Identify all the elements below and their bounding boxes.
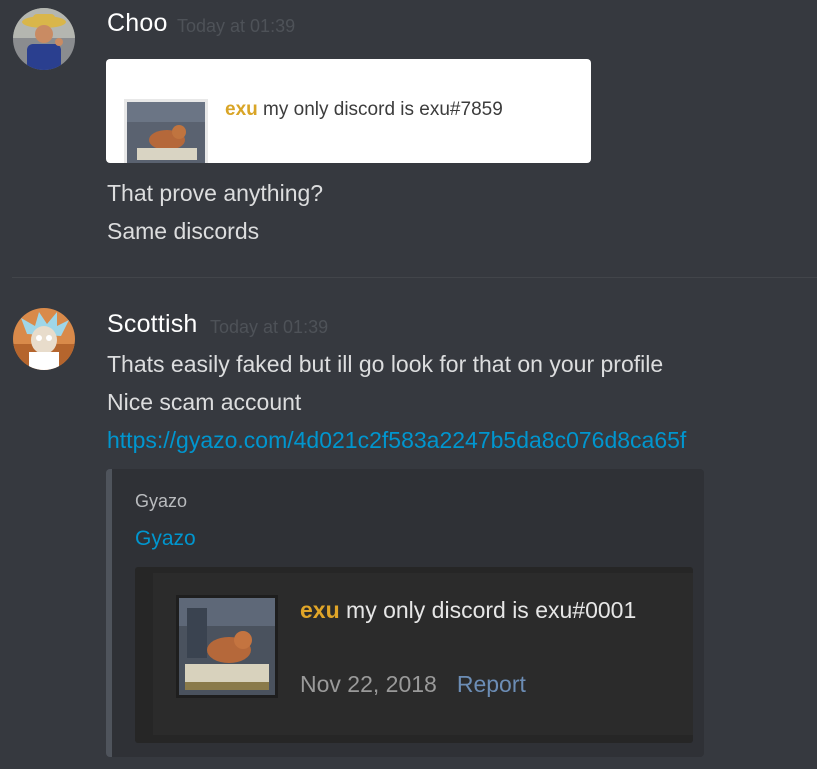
username[interactable]: Choo xyxy=(107,9,168,38)
embed-image-thumbnail xyxy=(176,595,278,698)
avatar[interactable] xyxy=(13,308,75,370)
embed-title[interactable]: Gyazo xyxy=(135,527,196,551)
embed-image-text: exu my only discord is exu#0001 xyxy=(300,597,636,624)
message-divider xyxy=(12,277,817,278)
embed-image-meta: Nov 22, 2018 Report xyxy=(300,671,526,698)
attachment-message: my only discord is exu#7859 xyxy=(257,99,503,120)
embed-image[interactable]: exu my only discord is exu#0001 Nov 22, … xyxy=(135,567,693,743)
embed-image-message: my only discord is exu#0001 xyxy=(339,597,637,623)
message-line: That prove anything? xyxy=(107,180,324,206)
avatar[interactable] xyxy=(13,8,75,70)
embed-image-date: Nov 22, 2018 xyxy=(300,671,437,697)
message-line: Same discords xyxy=(107,218,260,244)
username[interactable]: Scottish xyxy=(107,310,198,339)
embed-provider[interactable]: Gyazo xyxy=(135,491,187,512)
attachment-text: exu my only discord is exu#7859 xyxy=(225,99,503,121)
image-attachment[interactable]: exu my only discord is exu#7859 xyxy=(106,59,591,163)
link-embed: Gyazo Gyazo exu my only discord is exu#0… xyxy=(106,469,704,757)
embed-image-username: exu xyxy=(300,597,340,623)
message-link[interactable]: https://gyazo.com/4d021c2f583a2247b5da8c… xyxy=(107,427,686,454)
message-line: Thats easily faked but ill go look for t… xyxy=(107,351,664,377)
timestamp: Today at 01:39 xyxy=(210,317,329,337)
embed-image-content: exu my only discord is exu#0001 Nov 22, … xyxy=(153,573,693,735)
embed-image-report: Report xyxy=(456,671,526,697)
timestamp: Today at 01:39 xyxy=(177,16,296,36)
message-line: Nice scam account xyxy=(107,389,302,415)
attachment-thumbnail xyxy=(124,99,208,163)
attachment-username: exu xyxy=(225,99,258,120)
